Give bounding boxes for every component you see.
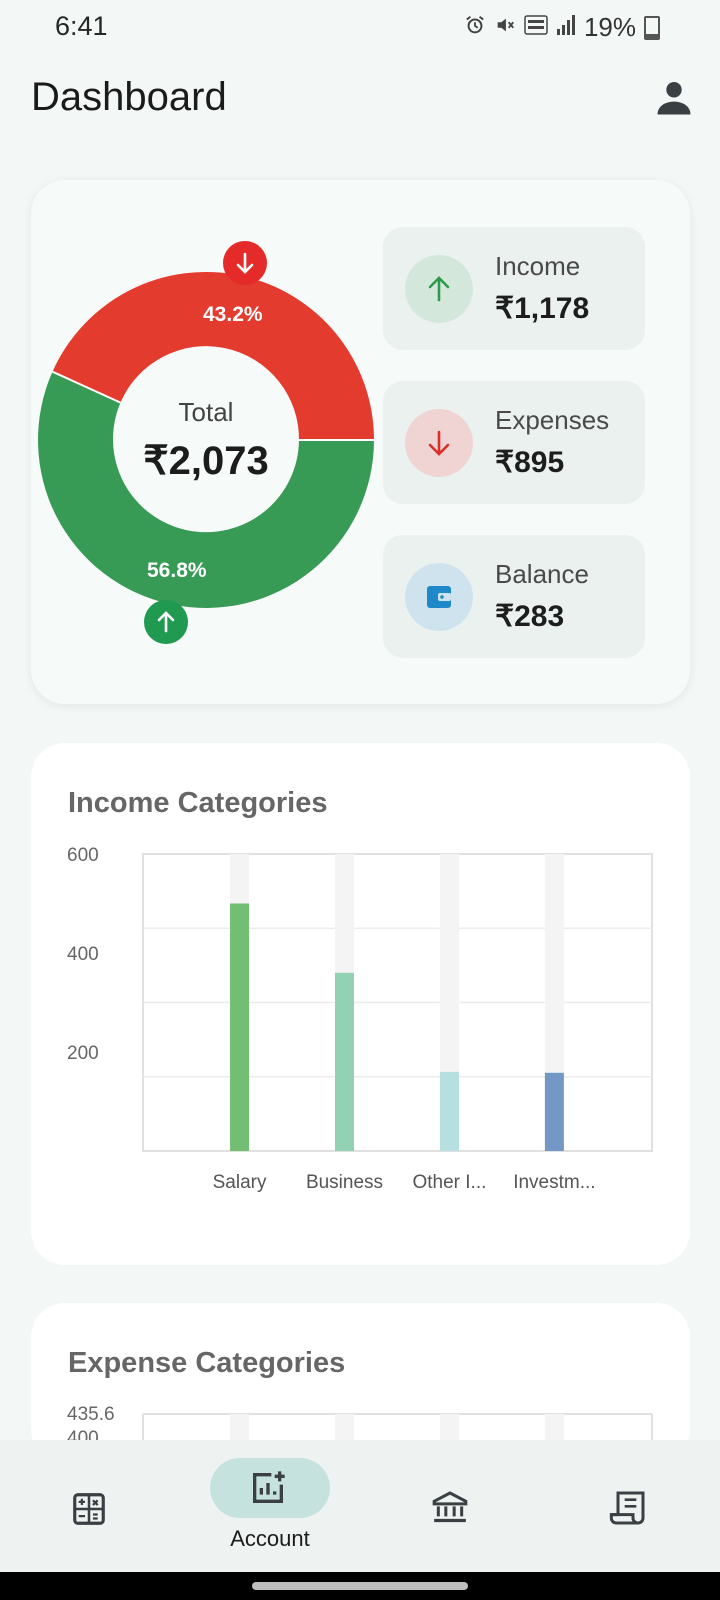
balance-label: Balance bbox=[495, 559, 589, 589]
y-tick-label: 435.6 bbox=[67, 1404, 115, 1425]
gesture-area bbox=[0, 1572, 720, 1600]
y-tick-label: 600 bbox=[67, 845, 99, 866]
expense-icon-circle bbox=[405, 409, 473, 477]
expenses-card[interactable]: Expenses ₹895 bbox=[383, 381, 645, 504]
gesture-bar[interactable] bbox=[252, 1582, 468, 1590]
bar-2 bbox=[439, 1071, 459, 1151]
income-icon-circle bbox=[405, 255, 473, 323]
battery-percent: 19% bbox=[583, 12, 636, 42]
expense-chart-card: Expense Categories 435.6 400 bbox=[31, 1303, 690, 1463]
bar-3 bbox=[544, 1072, 564, 1151]
y-tick-label: 200 bbox=[67, 1043, 99, 1064]
income-card[interactable]: Income ₹1,178 bbox=[383, 227, 645, 350]
x-tick-label: Salary bbox=[213, 1172, 267, 1193]
expense-percent-label: 43.2% bbox=[203, 303, 263, 326]
donut-total-value: ₹2,073 bbox=[143, 439, 269, 483]
donut-total-label: Total bbox=[178, 397, 234, 427]
arrow-up-icon bbox=[428, 276, 450, 302]
bar-1 bbox=[335, 972, 355, 1151]
nav-item-calculator[interactable] bbox=[0, 1440, 180, 1572]
alarm-icon bbox=[464, 12, 486, 43]
balance-card[interactable]: Balance ₹283 bbox=[383, 535, 645, 658]
status-bar: 6:41 19% bbox=[0, 0, 720, 52]
nav-label-account: Account bbox=[230, 1526, 310, 1551]
bank-icon bbox=[432, 1491, 468, 1523]
income-chart-card: Income Categories 200 400 600 Salary Busines… bbox=[31, 743, 690, 1265]
nav-item-receipt[interactable] bbox=[540, 1440, 720, 1572]
calculator-icon bbox=[73, 1493, 105, 1525]
expenses-label: Expenses bbox=[495, 405, 610, 435]
expense-badge bbox=[223, 241, 267, 285]
volte-icon bbox=[524, 12, 548, 43]
income-percent-label: 56.8% bbox=[147, 559, 207, 582]
signal-icon bbox=[556, 12, 576, 43]
expense-bar-chart: 435.6400 bbox=[67, 1404, 653, 1463]
status-icons: 19% bbox=[464, 12, 660, 43]
battery-icon bbox=[644, 15, 660, 40]
bottom-nav: Account bbox=[0, 1440, 720, 1572]
expenses-value: ₹895 bbox=[495, 446, 565, 479]
profile-button[interactable] bbox=[652, 76, 696, 120]
income-badge bbox=[144, 600, 188, 644]
x-tick-label: Investm... bbox=[513, 1172, 595, 1193]
status-time: 6:41 bbox=[55, 11, 108, 41]
arrow-up-icon bbox=[157, 611, 175, 633]
page-title: Dashboard bbox=[31, 75, 227, 119]
person-icon bbox=[657, 82, 691, 115]
income-value: ₹1,178 bbox=[495, 292, 590, 325]
nav-item-bank[interactable] bbox=[360, 1440, 540, 1572]
income-label: Income bbox=[495, 251, 581, 281]
add-chart-icon bbox=[253, 1471, 285, 1503]
x-tick-label: Other I... bbox=[412, 1172, 486, 1193]
receipt-icon bbox=[609, 1491, 645, 1525]
balance-icon-circle bbox=[405, 563, 473, 631]
mute-icon bbox=[494, 12, 516, 43]
bar-0 bbox=[230, 903, 250, 1151]
arrow-down-icon bbox=[428, 430, 450, 456]
x-tick-label: Business bbox=[306, 1172, 383, 1193]
nav-item-account[interactable]: Account bbox=[180, 1440, 360, 1572]
balance-value: ₹283 bbox=[495, 600, 565, 633]
app-header: Dashboard bbox=[0, 60, 720, 140]
wallet-icon bbox=[427, 586, 451, 608]
income-bar-chart: 200 400 600 Salary Business Other I... Investm… bbox=[67, 845, 653, 1193]
arrow-down-icon bbox=[236, 252, 254, 274]
y-tick-label: 400 bbox=[67, 944, 99, 965]
